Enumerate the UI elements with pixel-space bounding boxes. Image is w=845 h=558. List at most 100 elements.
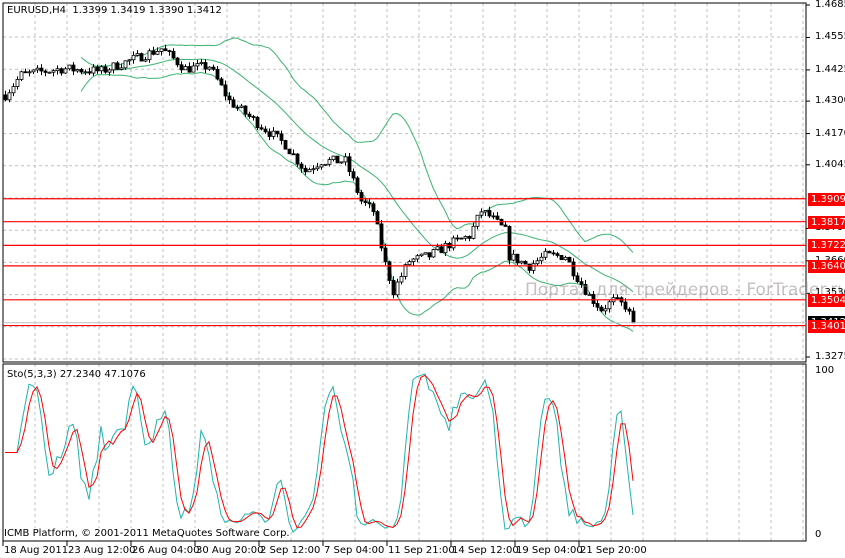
candle: [415, 255, 420, 260]
candle: [195, 63, 200, 67]
candle: [75, 69, 80, 72]
candle: [451, 237, 456, 249]
time-axis-label: 30 Aug 20:00: [196, 545, 264, 556]
candle: [323, 163, 328, 166]
time-axis-label: 19 Sep 04:00: [516, 545, 583, 556]
candle: [87, 71, 92, 74]
candle: [7, 92, 12, 101]
candle: [487, 210, 492, 217]
candle: [175, 57, 180, 66]
candle: [11, 86, 16, 94]
candle: [19, 71, 24, 80]
time-axis-label: 26 Aug 04:00: [132, 545, 200, 556]
candle: [23, 71, 28, 74]
copyright: ICMB Platform, © 2001-2011 MetaQuotes So…: [4, 528, 290, 540]
candle: [207, 66, 212, 70]
candle: [171, 50, 176, 59]
level-price-tag: 1.3909: [808, 192, 845, 206]
candle: [607, 301, 612, 310]
candle: [479, 211, 484, 216]
candle: [427, 252, 432, 258]
candle: [203, 62, 208, 70]
candle: [31, 69, 36, 73]
level-price-tag: 1.3640: [808, 259, 845, 273]
candle: [347, 156, 352, 173]
candle: [475, 214, 480, 227]
candle: [167, 50, 172, 53]
candle: [263, 128, 268, 133]
candle: [271, 130, 276, 137]
time-axis-label: 14 Sep 12:00: [452, 545, 519, 556]
candle: [343, 156, 348, 163]
candle: [295, 153, 300, 165]
candle: [291, 153, 296, 156]
candle: [187, 66, 192, 73]
candle: [159, 48, 164, 52]
candle: [439, 246, 444, 254]
candle: [503, 224, 508, 227]
price-axis-label: 1.4300: [815, 95, 845, 107]
candle: [567, 256, 572, 263]
price-axis-label: 1.4685: [815, 0, 845, 10]
candle: [211, 66, 216, 70]
candle: [59, 68, 64, 74]
candle: [115, 62, 120, 70]
candle: [279, 133, 284, 141]
candle: [459, 237, 464, 240]
candle: [139, 53, 144, 62]
candle: [43, 70, 48, 73]
candle: [275, 130, 280, 135]
candle: [315, 166, 320, 170]
candle: [283, 140, 288, 150]
candle: [355, 177, 360, 193]
candle: [103, 66, 108, 73]
candle: [111, 62, 116, 71]
candle: [83, 71, 88, 74]
candle: [247, 113, 252, 117]
candle: [27, 71, 32, 74]
candle: [47, 71, 52, 74]
price-axis-label: 1.3275: [815, 351, 845, 362]
candle: [555, 253, 560, 256]
candle: [255, 116, 260, 129]
candle: [35, 67, 40, 71]
candle: [407, 261, 412, 266]
candle: [243, 105, 248, 115]
price-axis-label: 1.4045: [815, 158, 845, 170]
candle: [183, 66, 188, 71]
candle: [539, 256, 544, 262]
candle: [595, 303, 600, 308]
candle: [251, 116, 256, 118]
candle: [91, 66, 96, 74]
time-axis-label: 23 Aug 12:00: [68, 545, 136, 556]
watermark: Портал для трейдеров - ForTrader.ru: [525, 280, 845, 300]
ohlc-values: 1.3399 1.3419 1.3390 1.3412: [72, 5, 222, 16]
time-axis-label: 11 Sep 21:00: [388, 545, 455, 556]
candle: [119, 67, 124, 70]
candle: [363, 200, 368, 204]
candle: [551, 252, 556, 255]
candle: [143, 59, 148, 62]
price-axis-label: 1.4425: [815, 63, 845, 75]
candle: [51, 70, 56, 73]
symbol-label: EURUSD,H4: [7, 5, 67, 16]
candle: [303, 167, 308, 173]
candle: [215, 68, 220, 80]
stochastic-title: Sto(5,3,3) 27.2340 47.1076: [7, 369, 146, 380]
bollinger-middle: [80, 58, 634, 293]
price-axis-label: 1.4170: [815, 127, 845, 139]
candle: [135, 53, 140, 56]
time-axis-label: 21 Sep 20:00: [580, 545, 647, 556]
chart-canvas[interactable]: [0, 0, 845, 558]
candle: [371, 203, 376, 212]
candle: [511, 253, 516, 261]
candle: [231, 99, 236, 108]
candle: [71, 64, 76, 72]
candle: [179, 64, 184, 71]
candle: [483, 210, 488, 213]
level-price-tag: 1.3504: [808, 293, 845, 307]
candle: [527, 263, 532, 271]
level-price-tag: 1.3722: [808, 239, 845, 253]
candle: [627, 308, 632, 312]
candle: [559, 255, 564, 261]
